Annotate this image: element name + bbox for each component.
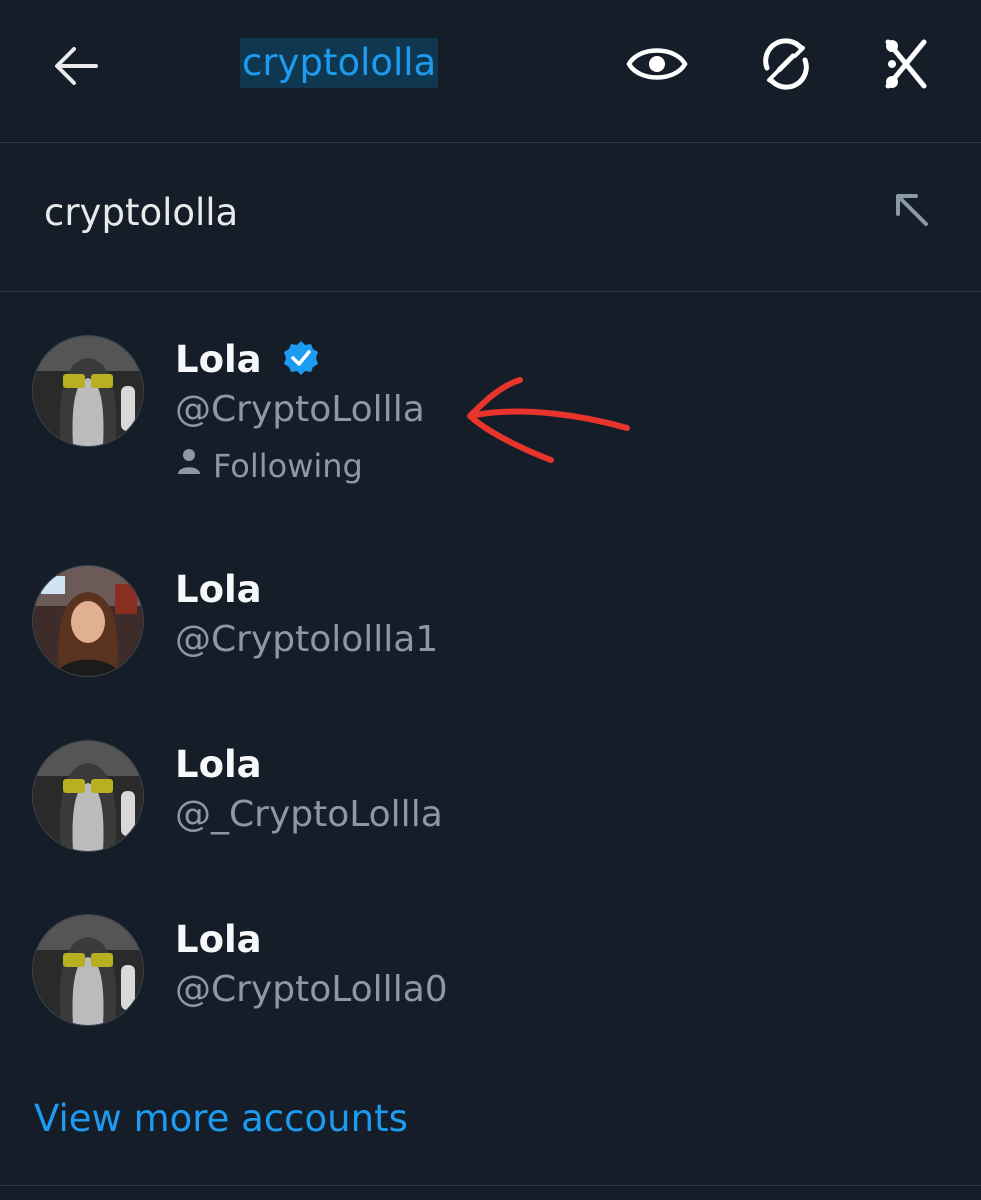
scissors-icon: [885, 39, 927, 89]
search-suggestion-text: cryptololla: [44, 191, 239, 234]
user-handle: @CryptoLollla: [175, 389, 425, 430]
sync-icon: [763, 38, 809, 90]
eye-icon: [626, 48, 688, 80]
display-name: Lola: [175, 337, 319, 383]
user-result-row[interactable]: Lola @_CryptoLollla: [0, 722, 981, 872]
following-status: Following: [175, 444, 363, 488]
person-icon: [178, 449, 200, 474]
search-query-title[interactable]: cryptololla: [240, 38, 439, 88]
user-handle: @Cryptolollla1: [175, 619, 439, 660]
user-result-row[interactable]: Lola @CryptoLollla0: [0, 897, 981, 1047]
view-more-accounts-link[interactable]: View more accounts: [34, 1094, 408, 1144]
user-result-row[interactable]: Lola @Cryptolollla1: [0, 548, 981, 698]
following-label: Following: [213, 447, 363, 485]
top-bar: cryptololla: [0, 0, 981, 143]
display-name: Lola: [175, 918, 262, 961]
display-name: Lola: [175, 568, 262, 611]
user-handle: @CryptoLollla0: [175, 969, 448, 1010]
back-arrow-icon: [55, 47, 98, 85]
search-suggestion-row[interactable]: cryptololla: [0, 143, 981, 292]
annotation-arrow: [467, 377, 630, 463]
sync-button[interactable]: [757, 36, 815, 92]
avatar: [32, 914, 144, 1026]
verified-badge-icon: [283, 341, 318, 375]
avatar: [32, 565, 144, 677]
display-name: Lola: [175, 743, 262, 786]
user-handle: @_CryptoLollla: [175, 794, 443, 835]
avatar: [32, 740, 144, 852]
avatar: [32, 335, 144, 447]
divider: [0, 1185, 981, 1186]
arrow-up-left-icon: [896, 194, 928, 226]
view-button[interactable]: [626, 38, 688, 90]
display-name-text: Lola: [175, 338, 262, 381]
back-button[interactable]: [50, 40, 102, 92]
fill-search-button[interactable]: [890, 188, 932, 230]
cut-button[interactable]: [880, 36, 932, 92]
